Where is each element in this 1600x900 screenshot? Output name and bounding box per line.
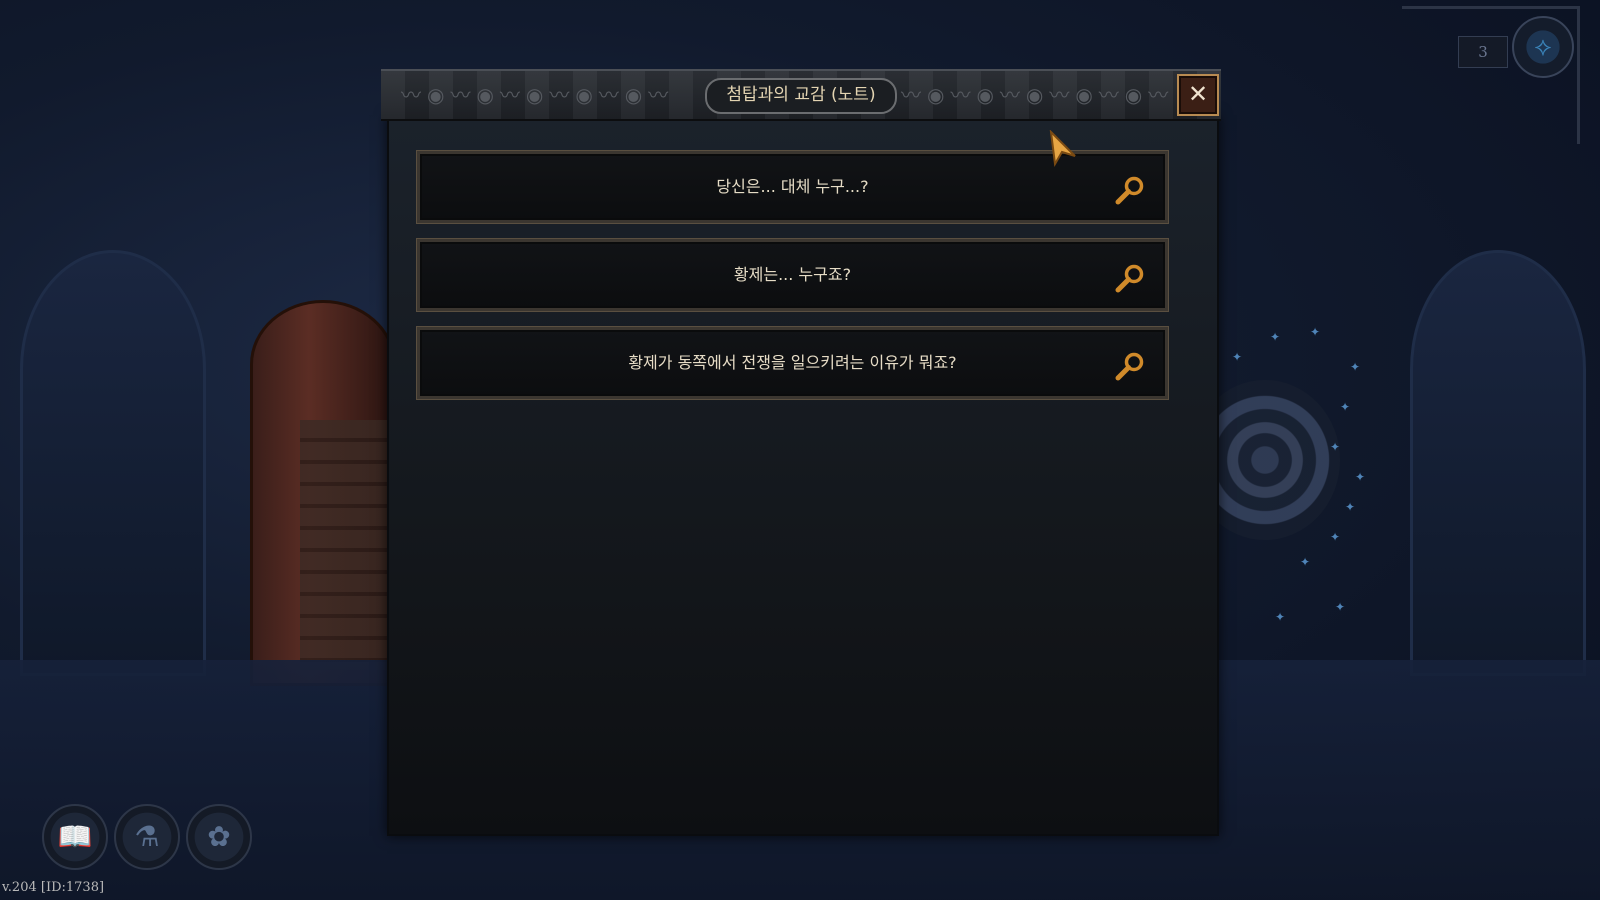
sparkle-icon: ✦ [1300, 555, 1311, 569]
hud-counter: 3 [1458, 36, 1508, 68]
question-label: 당신은... 대체 누구...? [716, 177, 869, 196]
sparkle-icon: ✦ [1340, 400, 1351, 414]
mouse-cursor-icon [1049, 129, 1079, 168]
question-item[interactable]: 황제가 동쪽에서 전쟁을 일으키려는 이유가 뭐죠? [417, 327, 1168, 399]
sparkle-icon: ✦ [1232, 350, 1243, 364]
close-icon: ✕ [1187, 80, 1209, 108]
sparkle-icon: ✦ [1330, 530, 1341, 544]
question-label: 황제는... 누구죠? [733, 265, 852, 284]
question-label: 황제가 동쪽에서 전쟁을 일으키려는 이유가 뭐죠? [628, 353, 957, 372]
sparkle-icon: ✦ [1355, 470, 1366, 484]
magnifier-icon [1113, 170, 1147, 205]
close-button[interactable]: ✕ [1177, 74, 1219, 116]
sparkle-icon: ✦ [1275, 610, 1286, 624]
magnifier-icon [1113, 258, 1147, 293]
magnifier-icon [1113, 346, 1147, 381]
ornament-left-icon: 〰◉〰◉〰◉〰◉〰◉〰 [401, 83, 675, 107]
sparkle-icon: ✦ [1270, 330, 1281, 344]
sparkle-icon: ✦ [1330, 440, 1341, 454]
version-label: v.204 [ID:1738] [2, 880, 105, 895]
sparkle-icon: ✦ [1350, 360, 1361, 374]
ornament-right-icon: 〰◉〰◉〰◉〰◉〰◉〰 [901, 83, 1175, 107]
journal-book-icon[interactable]: 📖 [42, 804, 108, 870]
sparkle-icon: ✦ [1345, 500, 1356, 514]
sparkle-icon: ✦ [1335, 600, 1346, 614]
potion-icon[interactable]: ⚗ [114, 804, 180, 870]
notes-panel [387, 115, 1219, 836]
dialog-title: 첨탑과의 교감 (노트) [705, 78, 897, 114]
bottom-toolbar: 📖 ⚗ ✿ [26, 800, 266, 890]
sparkle-icon: ✦ [1310, 325, 1321, 339]
question-item[interactable]: 황제는... 누구죠? [417, 239, 1168, 311]
background-arch-right [1410, 250, 1586, 676]
spire-emblem-icon[interactable]: ⟡ [1512, 16, 1574, 78]
rune-icon[interactable]: ✿ [186, 804, 252, 870]
background-arch-left [20, 250, 206, 676]
background-stairs [300, 420, 390, 670]
